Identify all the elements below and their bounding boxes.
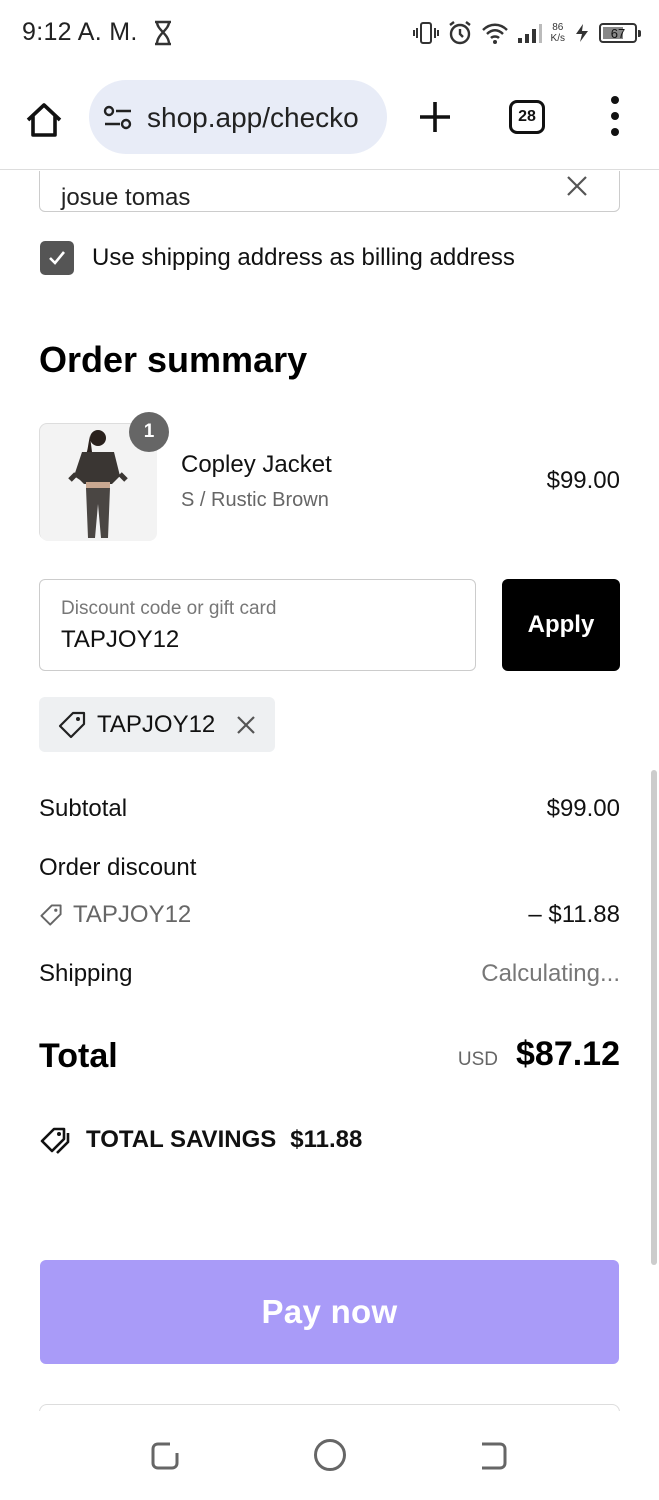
home-icon[interactable] — [24, 100, 64, 140]
scrollbar[interactable] — [651, 770, 657, 1265]
new-tab-icon[interactable] — [416, 98, 454, 136]
tab-count: 28 — [518, 108, 536, 125]
remove-discount-icon[interactable] — [235, 714, 257, 736]
charging-icon — [576, 24, 588, 42]
order-discount-label: Order discount — [39, 854, 197, 881]
net-speed: 86 K/s — [550, 22, 565, 44]
battery-icon: 67 — [599, 23, 641, 43]
shipping-value: Calculating... — [481, 960, 620, 987]
checkout-content: josue tomas Use shipping address as bill… — [0, 171, 659, 1411]
alarm-icon — [448, 21, 471, 45]
total-savings: TOTAL SAVINGS $11.88 — [40, 1125, 362, 1155]
subtotal-value: $99.00 — [546, 795, 620, 822]
product-variant: S / Rustic Brown — [181, 489, 329, 511]
next-section-card — [39, 1404, 620, 1411]
url-text[interactable]: shop.app/checko — [147, 102, 359, 134]
browser-toolbar: shop.app/checko 28 — [0, 66, 659, 170]
order-discount-row: Order discount — [39, 854, 620, 882]
site-settings-icon[interactable] — [103, 105, 133, 131]
discount-detail-row: TAPJOY12 – $11.88 — [39, 901, 620, 934]
status-icons: 86 K/s 67 — [412, 18, 641, 48]
status-bar: 9:12 A. M. 86 K/s 67 — [0, 0, 659, 66]
total-savings-amount: $11.88 — [290, 1126, 363, 1153]
tag-icon — [58, 711, 86, 738]
hourglass-icon — [155, 20, 171, 46]
tag-icon — [40, 904, 62, 926]
total-savings-label: TOTAL SAVINGS — [86, 1126, 277, 1153]
total-amount: $87.12 — [516, 1035, 620, 1073]
wifi-icon — [481, 23, 508, 44]
quantity-badge: 1 — [129, 412, 169, 452]
discount-detail-code: TAPJOY12 — [73, 901, 192, 928]
discount-detail-value: – $11.88 — [528, 901, 620, 928]
applied-discount-code: TAPJOY12 — [97, 710, 216, 738]
total-currency: USD — [457, 1049, 498, 1070]
signal-icon — [517, 24, 542, 43]
product-name: Copley Jacket — [181, 451, 332, 478]
billing-address-option[interactable]: Use shipping address as billing address — [40, 241, 515, 275]
order-summary-title: Order summary — [39, 339, 308, 380]
system-nav-bar — [0, 1411, 659, 1500]
battery-percent: 67 — [610, 25, 626, 41]
recents-icon[interactable] — [478, 1441, 508, 1471]
checkmark-icon — [49, 251, 66, 265]
total-label: Total — [39, 1037, 118, 1075]
vibrate-icon — [412, 22, 439, 44]
shipping-row: Shipping Calculating... — [39, 960, 620, 988]
home-nav-icon[interactable] — [314, 1439, 346, 1471]
clear-icon[interactable] — [565, 174, 589, 198]
discount-code-input[interactable]: Discount code or gift card TAPJOY12 — [39, 579, 476, 671]
tags-icon — [40, 1127, 70, 1154]
product-line-item: 1 Copley Jacket S / Rustic Brown $99.00 — [39, 412, 620, 541]
product-price: $99.00 — [546, 467, 620, 494]
product-thumbnail: 1 — [39, 412, 169, 541]
tab-switcher-button[interactable]: 28 — [509, 100, 545, 134]
applied-discount-chip: TAPJOY12 — [39, 697, 275, 752]
discount-input-label: Discount code or gift card — [61, 598, 277, 619]
url-bar[interactable]: shop.app/checko — [89, 80, 387, 154]
discount-input-value[interactable]: TAPJOY12 — [61, 626, 179, 654]
billing-checkbox[interactable] — [40, 241, 74, 275]
apply-button[interactable]: Apply — [502, 579, 620, 671]
name-field-value[interactable]: josue tomas — [61, 186, 190, 210]
pay-now-button[interactable]: Pay now — [40, 1260, 619, 1364]
subtotal-row: Subtotal $99.00 — [39, 795, 620, 823]
billing-checkbox-label[interactable]: Use shipping address as billing address — [92, 244, 515, 272]
subtotal-label: Subtotal — [39, 795, 128, 822]
name-field[interactable]: josue tomas — [39, 171, 620, 212]
total-row: Total USD $87.12 — [39, 1035, 620, 1085]
overflow-menu-icon[interactable] — [605, 96, 625, 136]
back-icon[interactable] — [150, 1441, 180, 1471]
status-time: 9:12 A. M. — [22, 18, 138, 46]
shipping-label: Shipping — [39, 960, 133, 987]
